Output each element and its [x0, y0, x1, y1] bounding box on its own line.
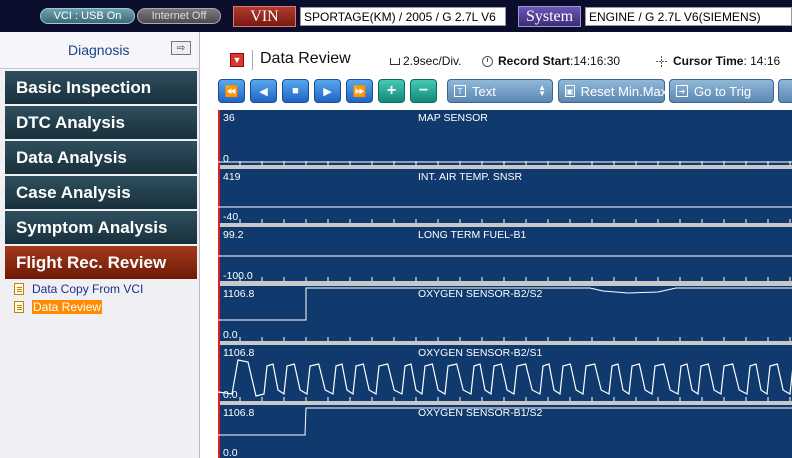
- internet-status-pill: Internet Off: [137, 8, 221, 24]
- submenu-label: Data Copy From VCI: [32, 282, 144, 296]
- lane-max-value: 1106.8: [223, 407, 255, 419]
- lane-max-value: 419: [223, 171, 241, 183]
- menu-dtc-analysis[interactable]: DTC Analysis: [5, 106, 197, 139]
- page-title: Data Review: [260, 50, 351, 67]
- stop-button[interactable]: ■: [282, 79, 309, 103]
- time-scale: 2.9sec/Div.: [390, 54, 461, 68]
- record-start: Record Start :14:16:30: [482, 54, 620, 68]
- playback-toolbar: ⏪ ◀ ■ ▶ ⏩ + − T Text ▲ ▼ ▣ Reset Min.Max.…: [201, 77, 792, 105]
- time-scale-value: 2.9sec/Div.: [403, 54, 462, 68]
- menu-symptom-analysis[interactable]: Symptom Analysis: [5, 211, 197, 244]
- reset-label: Reset Min.Max.: [580, 83, 671, 99]
- lane-min-value: 0.0: [223, 329, 238, 341]
- lane-max-value: 36: [223, 112, 235, 124]
- submenu-label-selected: Data Review: [32, 300, 103, 314]
- main-panel: ▼ Data Review 2.9sec/Div. Record Start :…: [201, 32, 792, 458]
- lane-max-value: 99.2: [223, 229, 244, 241]
- system-tag: System: [518, 6, 581, 27]
- vci-status-pill: VCI : USB On: [40, 8, 135, 24]
- text-mode-label: Text: [472, 83, 496, 99]
- time-division-icon: [390, 57, 400, 65]
- rewind-fast-button[interactable]: ⏪: [218, 79, 245, 103]
- menu-case-analysis[interactable]: Case Analysis: [5, 176, 197, 209]
- lane-min-value: 0.0: [223, 447, 238, 458]
- menu-flight-rec-review[interactable]: Flight Rec. Review: [5, 246, 197, 279]
- record-start-label: Record Start: [498, 54, 571, 68]
- lane-label: LONG TERM FUEL-B1: [418, 229, 527, 241]
- menu-data-analysis[interactable]: Data Analysis: [5, 141, 197, 174]
- lane-min-value: 0: [223, 153, 229, 165]
- vin-field[interactable]: SPORTAGE(KM) / 2005 / G 2.7L V6: [300, 7, 506, 26]
- lane-min-value: -100.0: [223, 270, 253, 282]
- play-button[interactable]: ▶: [314, 79, 341, 103]
- reset-icon: ▣: [565, 85, 575, 97]
- lane-divider: [218, 165, 792, 169]
- fast-forward-button[interactable]: ⏩: [346, 79, 373, 103]
- vin-tag: VIN: [233, 6, 296, 27]
- sidebar-header: Diagnosis ⇨: [0, 32, 199, 69]
- cursor-time-label: Cursor Time: [673, 54, 744, 68]
- lane-min-value: 0.0: [223, 389, 238, 401]
- clock-icon: [482, 55, 493, 67]
- sidebar-title: Diagnosis: [68, 42, 130, 58]
- zoom-in-button[interactable]: +: [378, 79, 405, 103]
- collapse-sidebar-icon[interactable]: ⇨: [171, 41, 191, 55]
- menu-basic-inspection[interactable]: Basic Inspection: [5, 71, 197, 104]
- system-field[interactable]: ENGINE / G 2.7L V6(SIEMENS): [585, 7, 792, 26]
- text-icon: T: [454, 85, 466, 97]
- submenu-list: Data Copy From VCI Data Review: [14, 280, 143, 316]
- trace-o2-b2s1: [218, 359, 792, 397]
- collapse-panel-icon[interactable]: ▼: [230, 53, 244, 67]
- document-icon: [14, 301, 24, 313]
- step-back-button[interactable]: ◀: [250, 79, 277, 103]
- crosshair-icon: [656, 55, 667, 67]
- document-icon: [14, 283, 24, 295]
- graph-area[interactable]: 36 0 MAP SENSOR 419 -40 INT. AIR TEMP. S…: [218, 110, 792, 458]
- lane-max-value: 1106.8: [223, 347, 255, 359]
- lane-label: INT. AIR TEMP. SNSR: [418, 171, 523, 183]
- cursor-time: Cursor Time : 14:16: [656, 54, 780, 68]
- submenu-data-copy[interactable]: Data Copy From VCI: [14, 280, 143, 298]
- lane-divider: [218, 281, 792, 286]
- reset-min-max-button[interactable]: ▣ Reset Min.Max.: [558, 79, 671, 103]
- go-to-trig-label: Go to Trig: [694, 83, 752, 99]
- lane-max-value: 1106.8: [223, 288, 255, 300]
- top-status-bar: VCI : USB On Internet Off VIN SPORTAGE(K…: [0, 0, 792, 32]
- submenu-data-review[interactable]: Data Review: [14, 298, 143, 316]
- go-arrow-icon: ➜: [676, 85, 688, 97]
- lane-min-value: -40: [223, 211, 239, 223]
- lane-label: OXYGEN SENSOR-B2/S1: [418, 347, 543, 359]
- go-to-trig-button[interactable]: ➜ Go to Trig: [669, 79, 774, 103]
- cursor-time-value: : 14:16: [743, 54, 781, 68]
- lane-divider: [218, 401, 792, 405]
- lane-label: MAP SENSOR: [418, 112, 488, 124]
- sidebar-menu: Basic Inspection DTC Analysis Data Analy…: [5, 71, 197, 281]
- record-start-value: :14:16:30: [570, 54, 621, 68]
- lane-divider: [218, 341, 792, 345]
- lane-label: OXYGEN SENSOR-B2/S2: [418, 288, 543, 300]
- divider: [252, 50, 253, 70]
- toolbar-overflow-button[interactable]: [778, 79, 792, 103]
- lane-label: OXYGEN SENSOR-B1/S2: [418, 407, 543, 419]
- sidebar: Diagnosis ⇨ Basic Inspection DTC Analysi…: [0, 32, 200, 458]
- lane-divider: [218, 223, 792, 227]
- text-mode-button[interactable]: T Text ▲ ▼: [447, 79, 553, 103]
- data-review-header: ▼ Data Review 2.9sec/Div. Record Start :…: [201, 44, 792, 74]
- zoom-out-button[interactable]: −: [410, 79, 437, 103]
- spinner-arrows-icon: ▲ ▼: [538, 83, 546, 98]
- graph-canvas: [218, 110, 792, 458]
